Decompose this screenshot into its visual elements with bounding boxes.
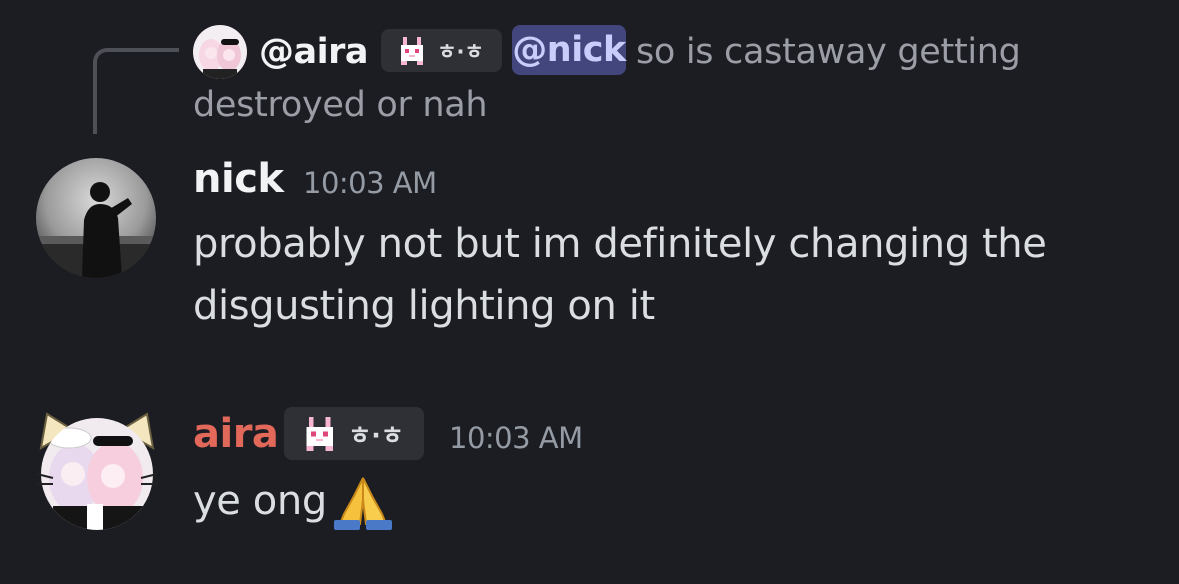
message-author-aira[interactable]: aira [193, 406, 279, 462]
message-text-line2: disgusting lighting on it [193, 283, 655, 329]
tag-text: ㅎ·ㅎ [437, 39, 484, 64]
message-author-guild-tag[interactable]: ㅎ·ㅎ [284, 407, 424, 460]
message-author-nick[interactable]: nick [193, 151, 284, 207]
reply-connector [93, 48, 179, 134]
bunny-pixel-icon [401, 36, 424, 65]
message-text: ye ong [193, 478, 327, 524]
reply-author-name[interactable]: @aira [259, 26, 369, 78]
aira-avatar-image [36, 412, 158, 530]
aira-avatar-small-image [193, 25, 247, 79]
reply-preview-text-line1[interactable]: so is castaway getting [636, 26, 1021, 78]
nick-avatar-image [36, 158, 156, 278]
message-timestamp[interactable]: 10:03 AM [303, 163, 437, 203]
user-mention[interactable]: @nick [512, 25, 626, 75]
bunny-pixel-icon [306, 416, 334, 451]
reply-author-guild-tag[interactable]: ㅎ·ㅎ [381, 29, 502, 72]
message-timestamp[interactable]: 10:03 AM [449, 418, 583, 458]
aira-avatar[interactable] [33, 408, 161, 536]
folded-hands-emoji[interactable] [330, 470, 396, 530]
reply-author-avatar[interactable] [193, 25, 247, 79]
nick-avatar[interactable] [36, 158, 156, 278]
message-text-line1: probably not but im definitely changing … [193, 221, 1047, 267]
reply-preview-text-line2[interactable]: destroyed or nah [193, 79, 488, 131]
folded-hands-icon [334, 477, 392, 530]
tag-text: ㅎ·ㅎ [348, 420, 404, 450]
